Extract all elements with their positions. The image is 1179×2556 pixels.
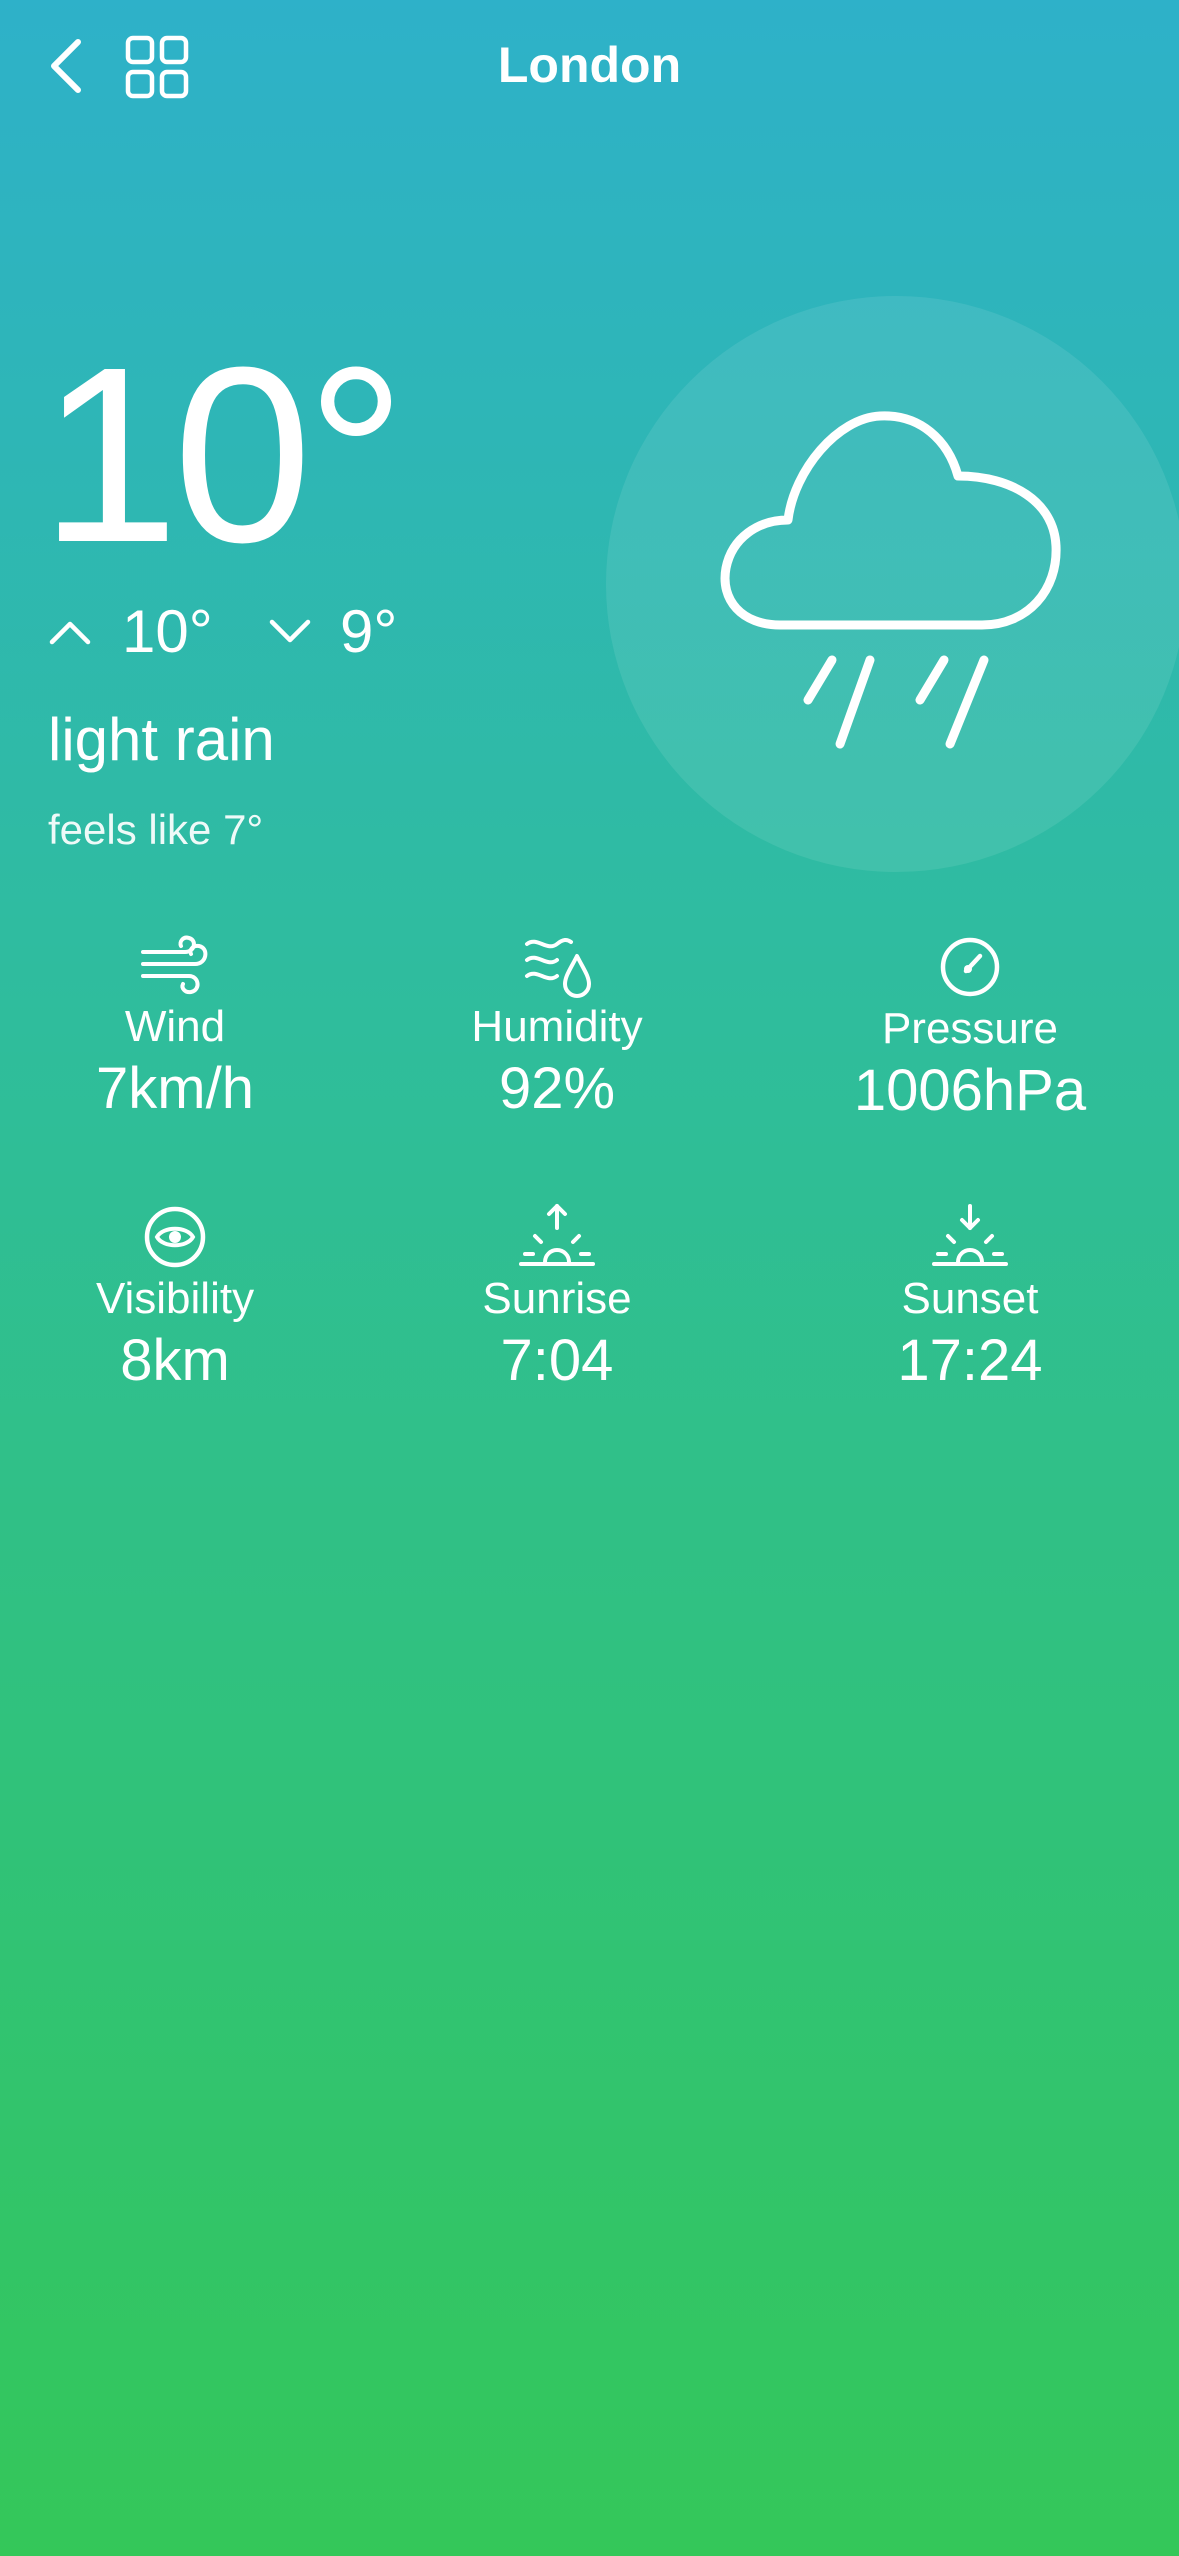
metric-label: Humidity <box>471 1002 643 1051</box>
metric-value: 7km/h <box>96 1056 254 1121</box>
metric-label: Sunrise <box>482 1274 632 1323</box>
metric-value: 92% <box>498 1056 616 1121</box>
top-bar: London <box>0 0 1179 140</box>
sunrise-icon <box>519 1204 595 1266</box>
cloud-rain-icon <box>720 411 1061 749</box>
humidity-icon <box>525 937 591 998</box>
high-low-row: 10° 9° <box>48 592 468 672</box>
sunset-icon <box>932 1204 1008 1266</box>
metric-label: Pressure <box>881 1004 1059 1053</box>
metric-value: 17:24 <box>897 1328 1043 1393</box>
metric-value: 7:04 <box>500 1328 614 1393</box>
metric-visibility: Visibility 8km <box>0 1202 365 1396</box>
metric-sunset: Sunset 17:24 <box>780 1202 1160 1396</box>
weather-description: light rain <box>48 706 275 773</box>
metric-value: 1006hPa <box>853 1058 1087 1123</box>
metric-humidity: Humidity 92% <box>367 930 747 1124</box>
eye-icon <box>144 1206 206 1268</box>
weather-screen: London 10° 10° 9° light rain feels like … <box>0 0 1179 2556</box>
metric-pressure: Pressure 1006hPa <box>780 932 1160 1126</box>
metric-label: Visibility <box>95 1274 255 1323</box>
high-temperature: 10° <box>122 598 213 665</box>
low-temperature: 9° <box>340 598 398 665</box>
chevron-up-icon <box>49 621 91 645</box>
chevron-down-icon <box>269 619 311 643</box>
metric-label: Wind <box>124 1002 226 1051</box>
feels-like: feels like 7° <box>48 806 264 853</box>
metric-value: 8km <box>120 1328 230 1393</box>
metric-sunrise: Sunrise 7:04 <box>367 1202 747 1396</box>
city-title: London <box>497 37 682 93</box>
gauge-icon <box>940 937 1000 997</box>
wind-icon <box>141 935 208 995</box>
metric-label: Sunset <box>901 1274 1039 1323</box>
metric-wind: Wind 7km/h <box>0 930 365 1124</box>
current-temperature: 10° <box>40 315 406 594</box>
